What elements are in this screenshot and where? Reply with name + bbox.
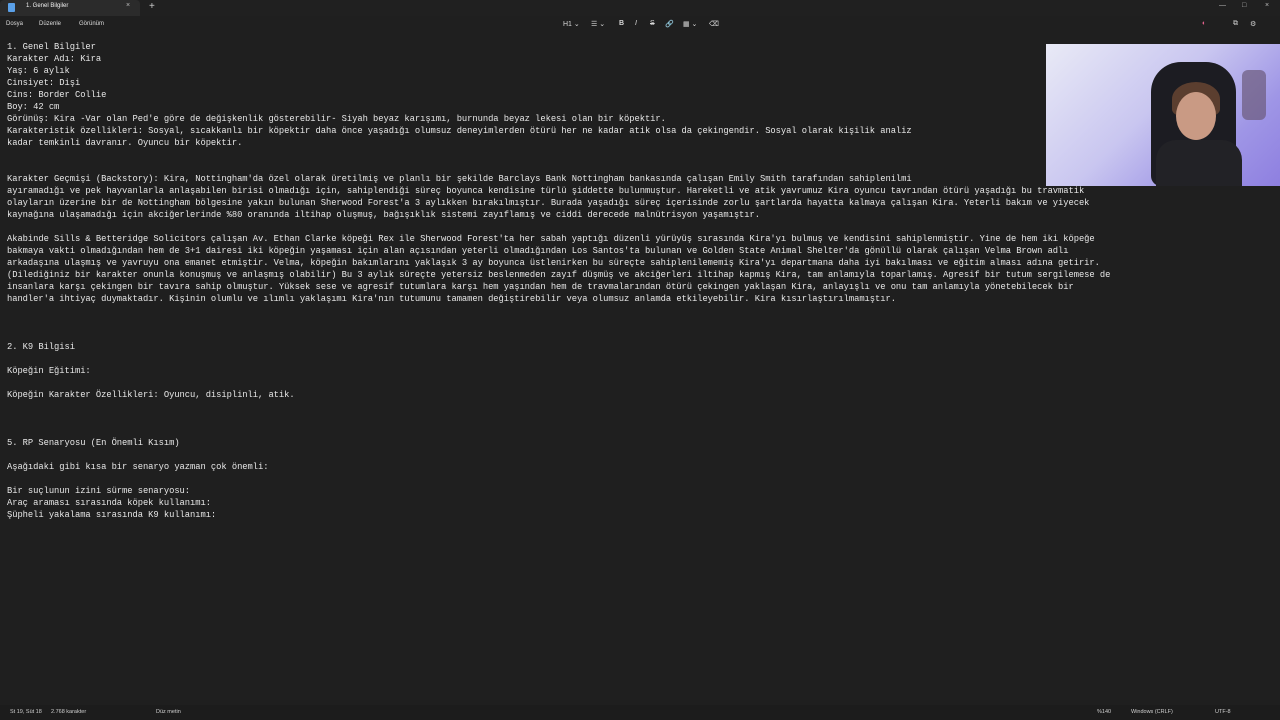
document-line: arkadaşına ulaşmış ve yavruyu ona emanet… xyxy=(7,258,1100,268)
encoding[interactable]: UTF-8 xyxy=(1215,709,1231,715)
webcam-overlay xyxy=(1046,44,1280,186)
menu-bar: Dosya Düzenle Görünüm H1 ⌄ ☰ ⌄ B I S 🔗 ▦… xyxy=(0,16,1280,33)
document-line: 5. RP Senaryosu (En Önemli Kısım) xyxy=(7,438,180,448)
bold-button[interactable]: B xyxy=(619,20,624,27)
document-line: Köpeğin Eğitimi: xyxy=(7,366,91,376)
status-bar: St 19, Süt 18 2.768 karakter Düz metin %… xyxy=(0,705,1280,720)
document-icon xyxy=(8,3,15,12)
share-icon[interactable]: ⧉ xyxy=(1233,20,1238,28)
tab-close-button[interactable]: × xyxy=(126,2,130,9)
document-line: kaynağına ulaşamadığı için akciğerlerind… xyxy=(7,210,760,220)
document-line: Karakter Adı: Kira xyxy=(7,54,102,64)
document-line: Cins: Border Collie xyxy=(7,90,107,100)
person-head xyxy=(1176,92,1216,140)
document-line: Boy: 42 cm xyxy=(7,102,60,112)
document-line: ayıramadığı ve pek hayvanlarla anlaşabil… xyxy=(7,186,1085,196)
text-mode[interactable]: Düz metin xyxy=(156,709,181,715)
person-body xyxy=(1156,140,1242,186)
maximize-button[interactable]: □ xyxy=(1242,2,1246,9)
settings-icon[interactable]: ⚙ xyxy=(1250,20,1256,28)
list-dropdown[interactable]: ☰ ⌄ xyxy=(591,20,605,28)
link-icon[interactable]: 🔗 xyxy=(665,20,674,28)
document-line: Bir suçlunun izini sürme senaryosu: xyxy=(7,486,191,496)
document-line: Şüpheli yakalama sırasında K9 kullanımı: xyxy=(7,510,217,520)
document-line: Araç araması sırasında köpek kullanımı: xyxy=(7,498,211,508)
line-ending[interactable]: Windows (CRLF) xyxy=(1131,709,1173,715)
cursor-position: St 19, Süt 18 xyxy=(10,709,42,715)
document-line: kadar temkinli davranır. Oyuncu bir köpe… xyxy=(7,138,243,148)
italic-button[interactable]: I xyxy=(635,20,637,27)
document-line: Köpeğin Karakter Özellikleri: Oyuncu, di… xyxy=(7,390,295,400)
character-count: 2.768 karakter xyxy=(51,709,87,715)
tab-title: 1. Genel Bilgiler xyxy=(26,3,69,9)
document-line: 1. Genel Bilgiler xyxy=(7,42,96,52)
heading-dropdown[interactable]: H1 ⌄ xyxy=(563,20,580,28)
tab-document[interactable]: 1. Genel Bilgiler × xyxy=(0,0,140,16)
title-bar: 1. Genel Bilgiler × + — □ × xyxy=(0,0,1280,16)
document-line: Karakteristik özellikleri: Sosyal, sıcak… xyxy=(7,126,912,136)
document-line: 2. K9 Bilgisi xyxy=(7,342,75,352)
document-line: Aşağıdaki gibi kısa bir senaryo yazman ç… xyxy=(7,462,269,472)
menu-view[interactable]: Görünüm xyxy=(79,21,104,27)
menu-edit[interactable]: Düzenle xyxy=(39,21,61,27)
document-line: Cinsiyet: Dişi xyxy=(7,78,81,88)
document-line: Akabinde Sills & Betteridge Solicitors ç… xyxy=(7,234,1095,244)
document-line: Görünüş: Kira -Var olan Ped'e göre de de… xyxy=(7,114,666,124)
new-tab-button[interactable]: + xyxy=(149,1,155,12)
close-window-button[interactable]: × xyxy=(1265,2,1269,9)
minimize-button[interactable]: — xyxy=(1219,2,1226,9)
background-decor xyxy=(1242,70,1266,120)
document-line: Yaş: 6 aylık xyxy=(7,66,70,76)
clear-format-icon[interactable]: ⌫ xyxy=(709,20,719,28)
zoom-level[interactable]: %140 xyxy=(1097,709,1111,715)
document-line: olayların üzerine bir de Nottingham bölg… xyxy=(7,198,1090,208)
document-line: insanlara karşı çekingen bir tavıra sahi… xyxy=(7,282,1074,292)
document-line: (Dilediğiniz bir karakter onunla konuşmu… xyxy=(7,270,1111,280)
copilot-icon[interactable]: ◐ xyxy=(1202,20,1206,27)
document-line: handler'a ihtiyaç duymaktadır. Kişinin o… xyxy=(7,294,896,304)
strikethrough-button[interactable]: S xyxy=(650,20,655,27)
menu-file[interactable]: Dosya xyxy=(6,21,23,27)
table-dropdown[interactable]: ▦ ⌄ xyxy=(683,20,697,28)
document-line: bakmaya vakti olmadığından hem de 3+1 da… xyxy=(7,246,1069,256)
document-line: Karakter Geçmişi (Backstory): Kira, Nott… xyxy=(7,174,912,184)
